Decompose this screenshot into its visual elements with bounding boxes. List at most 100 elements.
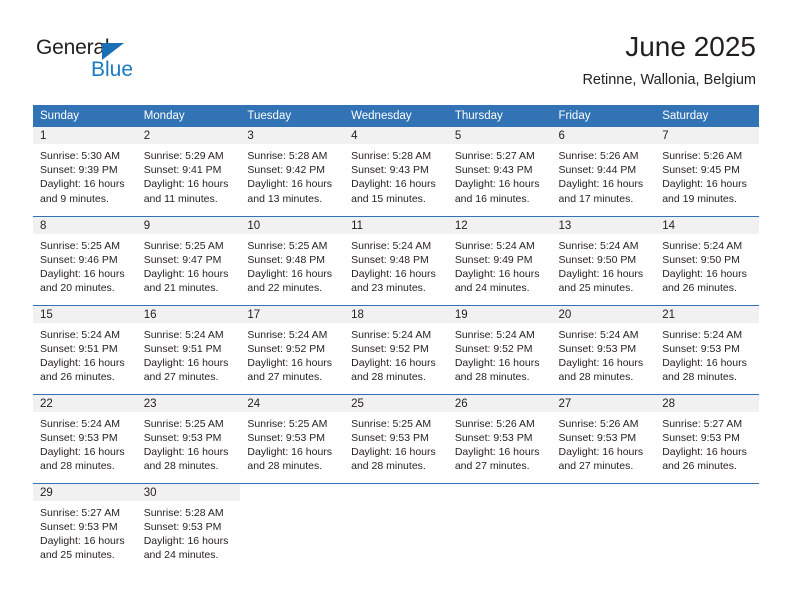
calendar-day-cell[interactable]: 28 Sunrise: 5:27 AM Sunset: 9:53 PM Dayligh… bbox=[655, 393, 759, 483]
weekday-header-saturday: Saturday bbox=[655, 105, 759, 127]
title-block: June 2025 Retinne, Wallonia, Belgium bbox=[582, 30, 756, 90]
day-number: 3 bbox=[240, 127, 345, 144]
sunrise-text: Sunrise: 5:25 AM bbox=[247, 417, 328, 430]
day-number: 19 bbox=[447, 305, 552, 323]
sunset-text: Sunset: 9:53 PM bbox=[558, 342, 637, 355]
calendar-day-cell[interactable]: 21 Sunrise: 5:24 AM Sunset: 9:53 PM Dayligh… bbox=[655, 304, 759, 394]
calendar-day-cell[interactable]: 4 Sunrise: 5:28 AM Sunset: 9:43 PM Daylight… bbox=[344, 127, 448, 216]
calendar-day-cell[interactable]: 24 Sunrise: 5:25 AM Sunset: 9:53 PM Dayligh… bbox=[240, 393, 345, 483]
day-number: 25 bbox=[344, 394, 448, 412]
daylight-text: Daylight: 16 hours and 23 minutes. bbox=[351, 267, 436, 295]
calendar-day-cell[interactable]: 27 Sunrise: 5:26 AM Sunset: 9:53 PM Dayligh… bbox=[551, 393, 656, 483]
day-details: Sunrise: 5:25 AM Sunset: 9:46 PM Daylight:… bbox=[33, 234, 137, 296]
day-details: Sunrise: 5:26 AM Sunset: 9:45 PM Daylight:… bbox=[655, 144, 759, 206]
day-number bbox=[447, 483, 552, 501]
sunset-text: Sunset: 9:53 PM bbox=[558, 431, 637, 444]
calendar-day-cell[interactable]: 25 Sunrise: 5:25 AM Sunset: 9:53 PM Dayligh… bbox=[344, 393, 448, 483]
calendar-day-cell[interactable]: 14 Sunrise: 5:24 AM Sunset: 9:50 PM Dayligh… bbox=[655, 215, 759, 305]
general-blue-logo: General Blue bbox=[36, 36, 236, 84]
day-number: 5 bbox=[447, 127, 552, 144]
weekday-header-thursday: Thursday bbox=[447, 105, 552, 127]
calendar-body: 1 Sunrise: 5:30 AM Sunset: 9:39 PM Daylight… bbox=[33, 127, 759, 572]
sunset-text: Sunset: 9:53 PM bbox=[40, 520, 118, 533]
calendar-day-cell[interactable]: 15 Sunrise: 5:24 AM Sunset: 9:51 PM Dayligh… bbox=[33, 304, 137, 394]
calendar-week-row: 15 Sunrise: 5:24 AM Sunset: 9:51 PM Dayligh… bbox=[33, 304, 759, 394]
calendar-day-cell[interactable]: 7 Sunrise: 5:26 AM Sunset: 9:45 PM Daylight… bbox=[655, 127, 759, 216]
sunset-text: Sunset: 9:51 PM bbox=[40, 342, 118, 355]
day-number: 13 bbox=[551, 216, 656, 234]
calendar-day-cell[interactable]: 8 Sunrise: 5:25 AM Sunset: 9:46 PM Daylight… bbox=[33, 215, 137, 305]
calendar-day-cell-empty bbox=[240, 482, 345, 572]
logo-word-blue: Blue bbox=[91, 58, 134, 81]
sunrise-text: Sunrise: 5:26 AM bbox=[558, 417, 639, 430]
day-number: 24 bbox=[240, 394, 345, 412]
sunrise-text: Sunrise: 5:24 AM bbox=[454, 239, 535, 252]
day-number: 8 bbox=[33, 216, 137, 234]
day-number: 23 bbox=[136, 394, 241, 412]
calendar-day-cell[interactable]: 5 Sunrise: 5:27 AM Sunset: 9:43 PM Daylight… bbox=[447, 127, 552, 216]
day-number: 28 bbox=[655, 394, 759, 412]
calendar-day-cell[interactable]: 9 Sunrise: 5:25 AM Sunset: 9:47 PM Daylight… bbox=[136, 215, 241, 305]
sunrise-text: Sunrise: 5:24 AM bbox=[662, 239, 743, 252]
sunrise-text: Sunrise: 5:27 AM bbox=[454, 150, 535, 162]
calendar-day-cell[interactable]: 19 Sunrise: 5:24 AM Sunset: 9:52 PM Dayligh… bbox=[447, 304, 552, 394]
sunrise-text: Sunrise: 5:25 AM bbox=[143, 417, 224, 430]
calendar-day-cell[interactable]: 29 Sunrise: 5:27 AM Sunset: 9:53 PM Dayligh… bbox=[33, 482, 137, 572]
sunset-text: Sunset: 9:53 PM bbox=[143, 520, 222, 533]
logo-word-general: General bbox=[36, 36, 110, 59]
day-details: Sunrise: 5:24 AM Sunset: 9:51 PM Daylight:… bbox=[33, 323, 137, 385]
daylight-text: Daylight: 16 hours and 28 minutes. bbox=[40, 445, 125, 473]
sunset-text: Sunset: 9:53 PM bbox=[662, 342, 740, 355]
calendar-day-cell[interactable]: 23 Sunrise: 5:25 AM Sunset: 9:53 PM Dayligh… bbox=[136, 393, 241, 483]
calendar-day-cell[interactable]: 12 Sunrise: 5:24 AM Sunset: 9:49 PM Dayligh… bbox=[447, 215, 552, 305]
day-number: 16 bbox=[136, 305, 241, 323]
calendar-day-cell[interactable]: 22 Sunrise: 5:24 AM Sunset: 9:53 PM Dayligh… bbox=[33, 393, 137, 483]
daylight-text: Daylight: 16 hours and 19 minutes. bbox=[662, 178, 747, 205]
sunrise-text: Sunrise: 5:26 AM bbox=[558, 150, 639, 162]
sunset-text: Sunset: 9:52 PM bbox=[454, 342, 533, 355]
day-number: 7 bbox=[655, 127, 759, 144]
calendar-day-cell[interactable]: 26 Sunrise: 5:26 AM Sunset: 9:53 PM Dayligh… bbox=[447, 393, 552, 483]
page-title: June 2025 bbox=[625, 31, 756, 62]
calendar-day-cell[interactable]: 2 Sunrise: 5:29 AM Sunset: 9:41 PM Daylight… bbox=[136, 127, 241, 216]
daylight-text: Daylight: 16 hours and 27 minutes. bbox=[143, 356, 229, 384]
calendar-day-cell[interactable]: 1 Sunrise: 5:30 AM Sunset: 9:39 PM Daylight… bbox=[33, 127, 137, 216]
day-details: Sunrise: 5:24 AM Sunset: 9:52 PM Daylight:… bbox=[344, 323, 448, 385]
daylight-text: Daylight: 16 hours and 28 minutes. bbox=[454, 356, 540, 384]
daylight-text: Daylight: 16 hours and 22 minutes. bbox=[247, 267, 333, 295]
daylight-text: Daylight: 16 hours and 28 minutes. bbox=[351, 356, 436, 384]
daylight-text: Daylight: 16 hours and 26 minutes. bbox=[662, 267, 747, 295]
calendar-day-cell[interactable]: 16 Sunrise: 5:24 AM Sunset: 9:51 PM Dayligh… bbox=[136, 304, 241, 394]
calendar-day-cell[interactable]: 6 Sunrise: 5:26 AM Sunset: 9:44 PM Daylight… bbox=[551, 127, 656, 216]
daylight-text: Daylight: 16 hours and 27 minutes. bbox=[558, 445, 644, 473]
day-number bbox=[655, 483, 759, 501]
day-number: 10 bbox=[240, 216, 345, 234]
daylight-text: Daylight: 16 hours and 20 minutes. bbox=[40, 267, 125, 295]
calendar-week-row: 22 Sunrise: 5:24 AM Sunset: 9:53 PM Dayligh… bbox=[33, 393, 759, 483]
calendar-day-cell[interactable]: 20 Sunrise: 5:24 AM Sunset: 9:53 PM Dayligh… bbox=[551, 304, 656, 394]
sunset-text: Sunset: 9:53 PM bbox=[40, 431, 118, 444]
calendar-week-row: 29 Sunrise: 5:27 AM Sunset: 9:53 PM Dayligh… bbox=[33, 482, 759, 572]
sunrise-text: Sunrise: 5:28 AM bbox=[143, 506, 224, 519]
sunset-text: Sunset: 9:53 PM bbox=[454, 431, 533, 444]
day-number: 20 bbox=[551, 305, 656, 323]
calendar-day-cell[interactable]: 11 Sunrise: 5:24 AM Sunset: 9:48 PM Dayligh… bbox=[344, 215, 448, 305]
sunrise-text: Sunrise: 5:27 AM bbox=[662, 417, 743, 430]
daylight-text: Daylight: 16 hours and 21 minutes. bbox=[143, 267, 229, 295]
daylight-text: Daylight: 16 hours and 24 minutes. bbox=[143, 534, 229, 562]
weekday-header-friday: Friday bbox=[551, 105, 656, 127]
day-details: Sunrise: 5:24 AM Sunset: 9:53 PM Daylight:… bbox=[33, 412, 137, 474]
daylight-text: Daylight: 16 hours and 17 minutes. bbox=[558, 178, 644, 205]
day-number: 30 bbox=[136, 483, 241, 501]
calendar-day-cell[interactable]: 13 Sunrise: 5:24 AM Sunset: 9:50 PM Dayligh… bbox=[551, 215, 656, 305]
calendar-day-cell[interactable]: 17 Sunrise: 5:24 AM Sunset: 9:52 PM Dayligh… bbox=[240, 304, 345, 394]
day-number: 27 bbox=[551, 394, 656, 412]
calendar-day-cell[interactable]: 3 Sunrise: 5:28 AM Sunset: 9:42 PM Daylight… bbox=[240, 127, 345, 216]
page-header: General Blue June 2025 Retinne, Wallonia… bbox=[0, 0, 792, 100]
day-details: Sunrise: 5:25 AM Sunset: 9:53 PM Daylight:… bbox=[240, 412, 344, 474]
calendar-day-cell[interactable]: 10 Sunrise: 5:25 AM Sunset: 9:48 PM Dayligh… bbox=[240, 215, 345, 305]
sunset-text: Sunset: 9:53 PM bbox=[247, 431, 326, 444]
calendar-day-cell[interactable]: 30 Sunrise: 5:28 AM Sunset: 9:53 PM Dayligh… bbox=[136, 482, 241, 572]
calendar-day-cell[interactable]: 18 Sunrise: 5:24 AM Sunset: 9:52 PM Dayligh… bbox=[344, 304, 448, 394]
sunset-text: Sunset: 9:45 PM bbox=[662, 164, 740, 177]
